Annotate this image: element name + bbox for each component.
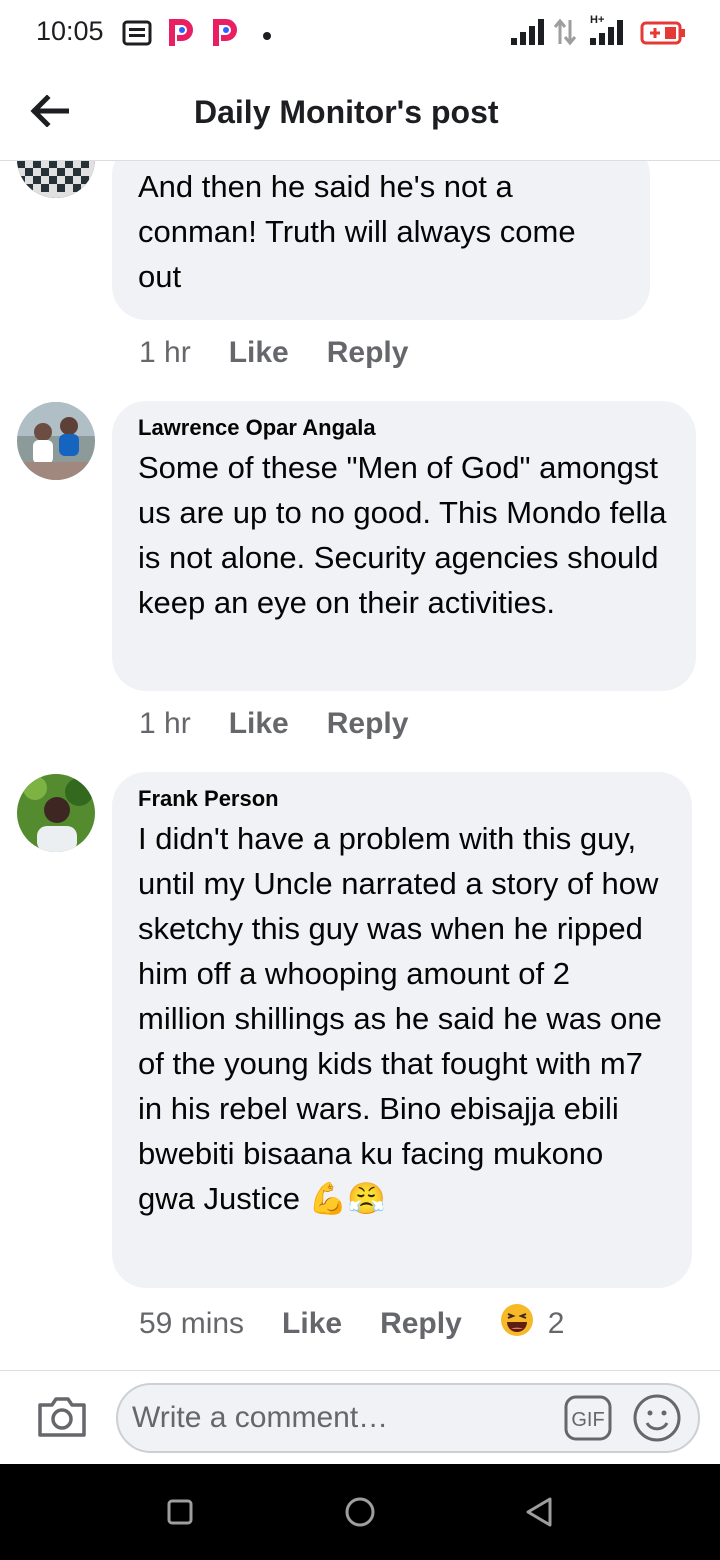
comment-bubble[interactable]: Lawrence Opar Angala Some of these "Men … (112, 401, 696, 691)
home-button[interactable] (340, 1492, 380, 1532)
comment-text: I didn't have a problem with this guy, u… (138, 816, 666, 1221)
post-header: Daily Monitor's post (0, 66, 720, 161)
comment-emojis: 💪😤 (308, 1181, 386, 1216)
reply-button[interactable]: Reply (327, 336, 409, 370)
like-button[interactable]: Like (229, 336, 289, 370)
comment-text: Some of these "Men of God" amongst us ar… (138, 450, 667, 620)
status-bar: 10:05 H+ (0, 0, 720, 66)
comment-actions: 1 hr Like Reply (139, 707, 446, 741)
gif-label: GIF (571, 1409, 604, 1431)
battery-icon (640, 20, 686, 51)
network-label: H+ (590, 14, 604, 26)
haha-reaction-icon (500, 1303, 534, 1345)
recents-square-icon (160, 1499, 200, 1536)
reply-button[interactable]: Reply (380, 1307, 462, 1341)
comment-bubble[interactable]: And then he said he's not a conman! Trut… (112, 161, 650, 320)
home-circle-icon (340, 1497, 380, 1536)
avatar[interactable] (17, 402, 95, 480)
like-button[interactable]: Like (229, 707, 289, 741)
back-triangle-icon (520, 1497, 560, 1536)
page-title: Daily Monitor's post (194, 94, 499, 130)
comment-author[interactable]: Lawrence Opar Angala (138, 415, 670, 441)
emoji-button[interactable] (632, 1393, 682, 1443)
recents-button[interactable] (160, 1492, 200, 1532)
system-navigation-bar (0, 1464, 720, 1560)
pocket-p-icon (168, 18, 194, 53)
reaction-count: 2 (547, 1307, 565, 1340)
status-time: 10:05 (36, 16, 104, 46)
comment-composer: Write a comment… GIF (0, 1370, 720, 1465)
reaction-summary[interactable]: 2 (500, 1303, 565, 1345)
avatar[interactable] (17, 774, 95, 852)
data-arrows-icon (552, 18, 578, 51)
comment-time[interactable]: 59 mins (139, 1307, 244, 1341)
back-button[interactable] (24, 88, 74, 138)
signal-icon (510, 18, 546, 51)
hplus-signal-icon: H+ (588, 12, 628, 51)
gif-button[interactable]: GIF (564, 1395, 612, 1441)
camera-button[interactable] (34, 1389, 90, 1445)
comment-input-placeholder: Write a comment… (132, 1401, 389, 1434)
nav-back-button[interactable] (520, 1492, 560, 1532)
arrow-left-icon (29, 93, 70, 132)
like-button[interactable]: Like (282, 1307, 342, 1341)
comment-time[interactable]: 1 hr (139, 707, 191, 741)
comment-bubble[interactable]: Frank Person I didn't have a problem wit… (112, 772, 692, 1288)
comment-actions: 1 hr Like Reply (139, 336, 446, 370)
reply-button[interactable]: Reply (327, 707, 409, 741)
comment-actions: 59 mins Like Reply 2 (139, 1303, 564, 1345)
notification-icon (122, 20, 152, 51)
comments-list[interactable]: And then he said he's not a conman! Trut… (0, 161, 720, 1369)
pocket-p-icon-2 (212, 18, 238, 53)
smiley-icon (632, 1394, 682, 1447)
comment-text-body: I didn't have a problem with this guy, u… (138, 821, 662, 1216)
comment-author[interactable]: Frank Person (138, 786, 666, 812)
comment-time[interactable]: 1 hr (139, 336, 191, 370)
comment-text: And then he said he's not a conman! Trut… (138, 169, 576, 294)
dot-icon (262, 28, 272, 46)
comment-input[interactable]: Write a comment… GIF (116, 1383, 700, 1453)
avatar[interactable] (17, 161, 95, 198)
camera-icon (34, 1397, 90, 1449)
